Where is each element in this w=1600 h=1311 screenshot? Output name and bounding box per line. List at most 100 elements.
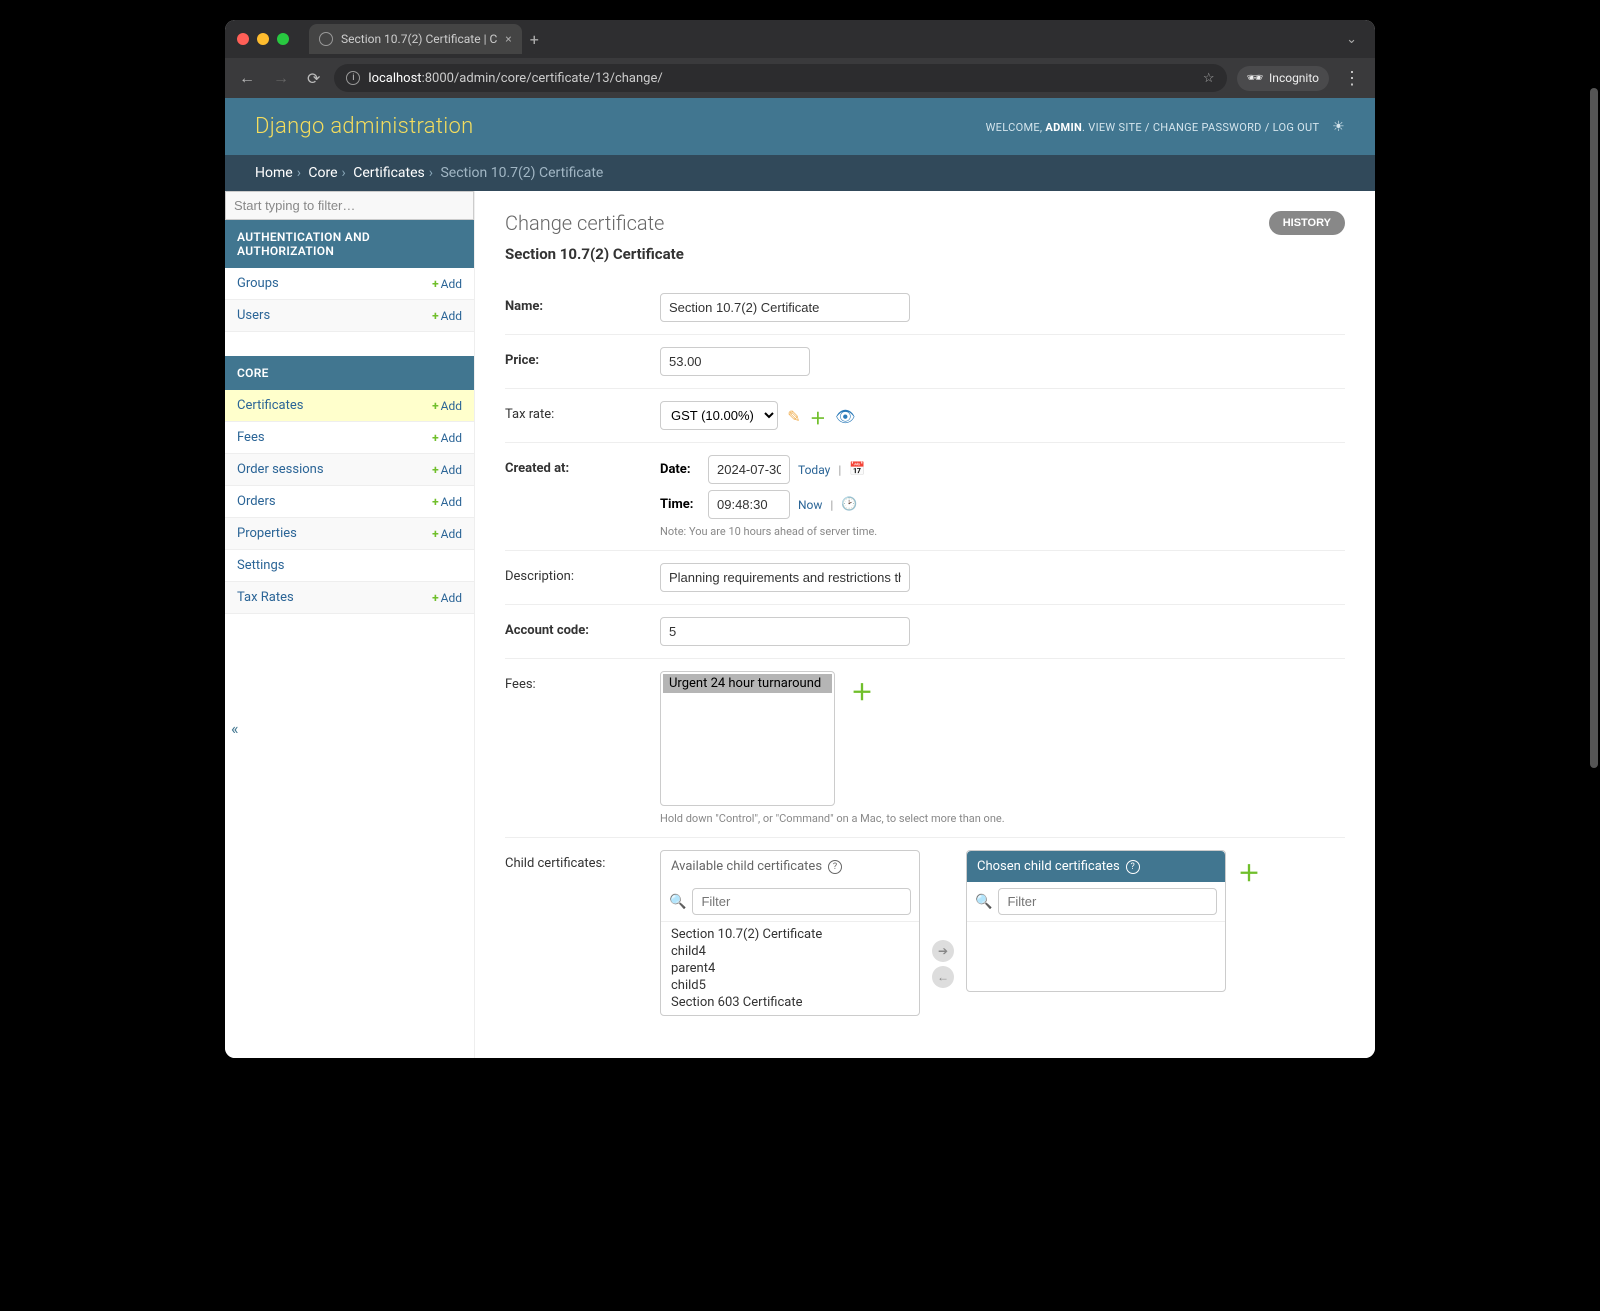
chosen-box: Chosen child certificates ? 🔍: [966, 850, 1226, 992]
object-title: Section 10.7(2) Certificate: [505, 245, 1345, 263]
date-input[interactable]: [708, 455, 790, 484]
list-item[interactable]: Section 10.7(2) Certificate: [671, 926, 909, 943]
sidebar-item-groups[interactable]: Groups +Add: [225, 268, 474, 300]
site-info-icon[interactable]: i: [346, 71, 360, 85]
sidebar-section-auth: AUTHENTICATION AND AUTHORIZATION: [225, 220, 474, 268]
clock-icon[interactable]: 🕑: [841, 497, 857, 512]
add-child-cert-icon[interactable]: ＋: [1238, 856, 1260, 888]
history-button[interactable]: HISTORY: [1269, 211, 1345, 235]
list-item[interactable]: parent4: [671, 960, 909, 977]
new-tab-button[interactable]: +: [530, 30, 539, 49]
available-header: Available child certificates ?: [661, 851, 919, 882]
add-link[interactable]: +Add: [432, 431, 462, 445]
list-item[interactable]: child4: [671, 943, 909, 960]
plus-icon: +: [432, 399, 439, 413]
add-link[interactable]: +Add: [432, 495, 462, 509]
sidebar-filter-input[interactable]: [225, 191, 474, 220]
tab-overflow-icon[interactable]: ⌄: [1340, 30, 1363, 49]
list-item[interactable]: Section 603 Certificate: [671, 994, 909, 1011]
available-filter-input[interactable]: [692, 888, 911, 915]
timezone-note: Note: You are 10 hours ahead of server t…: [660, 525, 1345, 538]
add-link[interactable]: +Add: [432, 309, 462, 323]
add-link[interactable]: +Add: [432, 591, 462, 605]
price-input[interactable]: [660, 347, 810, 376]
label-account-code: Account code:: [505, 617, 660, 638]
nav-back[interactable]: ←: [235, 64, 259, 92]
add-link[interactable]: +Add: [432, 277, 462, 291]
help-icon[interactable]: ?: [828, 860, 842, 874]
label-description: Description:: [505, 563, 660, 584]
address-bar[interactable]: i localhost:8000/admin/core/certificate/…: [334, 64, 1226, 92]
add-link[interactable]: +Add: [432, 463, 462, 477]
nav-reload[interactable]: ⟳: [303, 65, 324, 92]
plus-icon: +: [432, 463, 439, 477]
change-password-link[interactable]: CHANGE PASSWORD: [1153, 121, 1262, 134]
add-link[interactable]: +Add: [432, 399, 462, 413]
label-date: Date:: [660, 462, 700, 477]
sidebar-item-users[interactable]: Users +Add: [225, 300, 474, 332]
add-related-icon[interactable]: ＋: [810, 405, 826, 429]
url-text: localhost:8000/admin/core/certificate/13…: [368, 71, 1194, 86]
label-price: Price:: [505, 347, 660, 368]
add-fee-icon[interactable]: ＋: [851, 675, 873, 707]
sidebar-item-fees[interactable]: Fees +Add: [225, 422, 474, 454]
breadcrumb-model[interactable]: Certificates: [353, 165, 425, 181]
browser-tab[interactable]: Section 10.7(2) Certificate | C ×: [309, 24, 522, 54]
incognito-icon: 🕶: [1247, 71, 1264, 86]
theme-toggle-icon[interactable]: ☀: [1332, 119, 1345, 135]
tax-rate-select[interactable]: GST (10.00%): [660, 401, 778, 430]
chosen-list[interactable]: [967, 921, 1225, 991]
page-heading: Change certificate: [505, 211, 1345, 235]
tab-close-icon[interactable]: ×: [505, 32, 511, 46]
nav-forward[interactable]: →: [269, 64, 293, 92]
search-icon: 🔍: [669, 894, 686, 910]
label-child-certs: Child certificates:: [505, 850, 660, 871]
edit-related-icon[interactable]: ✎: [787, 407, 800, 426]
window-titlebar: Section 10.7(2) Certificate | C × + ⌄: [225, 20, 1375, 58]
sidebar-item-settings[interactable]: Settings: [225, 550, 474, 582]
window-minimize[interactable]: [257, 33, 269, 45]
logout-link[interactable]: LOG OUT: [1273, 121, 1320, 134]
window-close[interactable]: [237, 33, 249, 45]
sidebar-item-tax-rates[interactable]: Tax Rates +Add: [225, 582, 474, 614]
now-link[interactable]: Now: [798, 498, 822, 512]
sidebar-collapse-icon[interactable]: «: [231, 719, 239, 738]
help-icon[interactable]: ?: [1126, 860, 1140, 874]
account-code-input[interactable]: [660, 617, 910, 646]
browser-toolbar: ← → ⟳ i localhost:8000/admin/core/certif…: [225, 58, 1375, 98]
view-site-link[interactable]: VIEW SITE: [1088, 121, 1142, 134]
sidebar-item-order-sessions[interactable]: Order sessions +Add: [225, 454, 474, 486]
label-name: Name:: [505, 293, 660, 314]
time-input[interactable]: [708, 490, 790, 519]
move-right-icon[interactable]: ➔: [932, 940, 954, 962]
window-zoom[interactable]: [277, 33, 289, 45]
view-related-icon[interactable]: 👁: [835, 407, 855, 426]
sidebar-item-properties[interactable]: Properties +Add: [225, 518, 474, 550]
description-input[interactable]: [660, 563, 910, 592]
available-box: Available child certificates ? 🔍 Section…: [660, 850, 920, 1016]
plus-icon: +: [432, 431, 439, 445]
chosen-filter-input[interactable]: [998, 888, 1217, 915]
fees-multiselect[interactable]: Urgent 24 hour turnaround: [660, 671, 835, 806]
today-link[interactable]: Today: [798, 463, 830, 477]
breadcrumb-home[interactable]: Home: [255, 165, 293, 181]
fee-option[interactable]: Urgent 24 hour turnaround: [663, 674, 832, 693]
user-tools: WELCOME, ADMIN. VIEW SITE / CHANGE PASSW…: [986, 119, 1345, 135]
bookmark-icon[interactable]: ☆: [1203, 71, 1215, 86]
sidebar-item-certificates[interactable]: Certificates +Add: [225, 390, 474, 422]
move-left-icon[interactable]: ←: [932, 966, 954, 988]
incognito-badge[interactable]: 🕶 Incognito: [1237, 66, 1329, 91]
fees-help-text: Hold down "Control", or "Command" on a M…: [660, 812, 1345, 825]
search-icon: 🔍: [975, 894, 992, 910]
sidebar-item-orders[interactable]: Orders +Add: [225, 486, 474, 518]
label-time: Time:: [660, 497, 700, 512]
calendar-icon[interactable]: 📅: [849, 462, 865, 477]
breadcrumb-app[interactable]: Core: [308, 165, 337, 181]
name-input[interactable]: [660, 293, 910, 322]
add-link[interactable]: +Add: [432, 527, 462, 541]
available-list[interactable]: Section 10.7(2) Certificate child4 paren…: [661, 921, 919, 1015]
list-item[interactable]: child5: [671, 977, 909, 994]
sidebar-section-core: CORE: [225, 356, 474, 390]
django-header: Django administration WELCOME, ADMIN. VI…: [225, 98, 1375, 155]
browser-menu-icon[interactable]: ⋮: [1339, 68, 1365, 89]
